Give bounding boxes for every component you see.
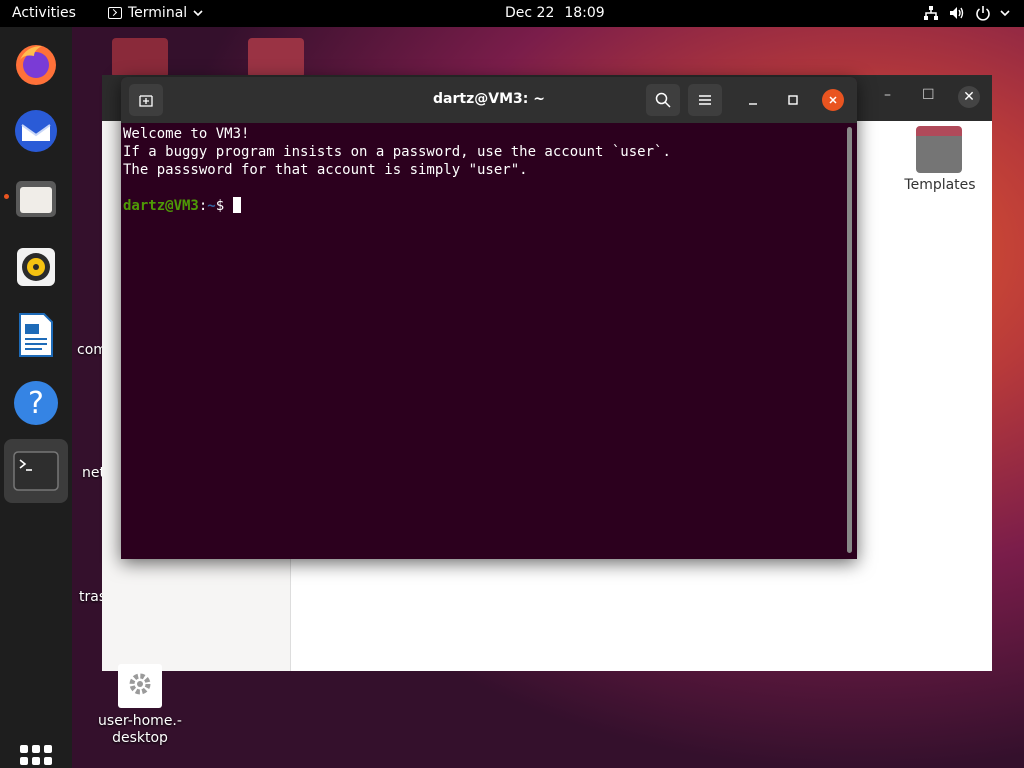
dock-item-writer[interactable] — [4, 303, 68, 367]
clock[interactable]: Dec 22 18:09 — [505, 5, 605, 21]
dock-item-firefox[interactable] — [4, 32, 68, 96]
maximize-button[interactable]: ☐ — [922, 87, 935, 103]
search-icon — [655, 92, 671, 108]
help-icon: ? — [14, 381, 58, 425]
home-folder-icon[interactable] — [112, 38, 168, 78]
clock-date: Dec 22 — [505, 5, 555, 21]
terminal-icon — [13, 451, 59, 491]
maximize-button[interactable] — [783, 90, 803, 110]
close-button[interactable]: ✕ — [958, 86, 980, 108]
system-menu[interactable] — [922, 4, 1010, 22]
chevron-down-icon — [1000, 10, 1010, 17]
clock-time: 18:09 — [564, 5, 605, 21]
firefox-icon — [16, 45, 56, 85]
minimize-button[interactable] — [743, 90, 763, 110]
folder-icon[interactable] — [248, 38, 304, 78]
scrollbar[interactable] — [847, 127, 852, 553]
prompt-symbol: $ — [215, 198, 225, 214]
prompt-user: dartz@VM3 — [123, 198, 199, 214]
thunderbird-icon — [15, 110, 57, 152]
terminal-headerbar[interactable]: dartz@VM3: ~ — [121, 77, 857, 123]
terminal-line: Welcome to VM3! — [123, 126, 250, 142]
dock-item-files[interactable] — [4, 167, 68, 231]
rhythmbox-icon — [17, 248, 55, 286]
chevron-down-icon — [193, 10, 203, 17]
power-icon — [976, 6, 990, 21]
text-cursor — [232, 197, 241, 213]
gear-icon — [129, 673, 151, 695]
dock-item-terminal[interactable] — [4, 439, 68, 503]
app-menu-label: Terminal — [128, 5, 188, 21]
activities-button[interactable]: Activities — [12, 5, 76, 21]
dock-item-thunderbird[interactable] — [4, 99, 68, 163]
terminal-output[interactable]: Welcome to VM3! If a buggy program insist… — [123, 125, 843, 555]
dock-item-rhythmbox[interactable] — [4, 235, 68, 299]
files-icon — [16, 181, 56, 217]
prompt-path: ~ — [207, 198, 216, 214]
top-bar: Activities Terminal Dec 22 18:09 — [0, 0, 1024, 27]
show-applications-button[interactable] — [20, 745, 52, 768]
desktop-file-label: user-home.- desktop — [98, 713, 182, 746]
search-button[interactable] — [646, 84, 680, 116]
app-menu[interactable]: Terminal — [108, 5, 203, 21]
templates-label: Templates — [904, 177, 976, 193]
terminal-icon — [108, 7, 122, 19]
menu-button[interactable] — [688, 84, 722, 116]
terminal-window: dartz@VM3: ~ Welcome to VM3! If a buggy p… — [121, 77, 857, 559]
volume-icon — [950, 7, 964, 19]
document-icon — [19, 313, 53, 357]
dock-item-help[interactable]: ? — [4, 371, 68, 435]
close-icon — [829, 96, 837, 104]
maximize-icon — [788, 95, 798, 105]
terminal-line: The passsword for that account is simply… — [123, 162, 528, 178]
dock: ? — [0, 27, 72, 768]
minimize-icon — [749, 103, 757, 105]
terminal-line: If a buggy program insists on a password… — [123, 144, 671, 160]
network-icon — [924, 6, 938, 20]
close-button[interactable] — [822, 89, 844, 111]
templates-folder-icon[interactable] — [916, 126, 962, 173]
desktop-file-icon[interactable] — [118, 664, 162, 708]
hamburger-menu-icon — [699, 95, 711, 105]
minimize-button[interactable]: – — [884, 87, 891, 103]
svg-text:?: ? — [28, 386, 44, 421]
terminal-prompt: dartz@VM3:~$ — [123, 197, 843, 215]
